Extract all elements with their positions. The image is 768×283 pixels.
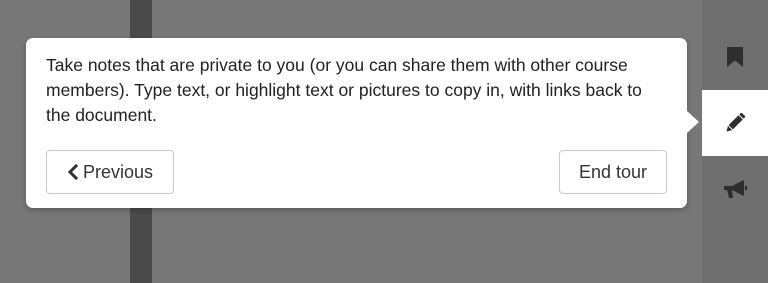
announcements-button[interactable] [702, 156, 768, 222]
megaphone-icon [722, 178, 748, 200]
notes-button[interactable] [702, 90, 768, 156]
bookmark-icon [726, 46, 744, 68]
end-tour-button[interactable]: End tour [559, 150, 667, 194]
pencil-icon [723, 111, 747, 135]
previous-label: Previous [82, 161, 154, 182]
end-tour-label: End tour [578, 161, 648, 182]
tour-popover: Take notes that are private to you (or y… [26, 38, 687, 208]
tour-message: Take notes that are private to you (or y… [46, 55, 642, 125]
bookmark-button[interactable] [702, 24, 768, 90]
chevron-left-icon [67, 164, 78, 180]
tour-popover-arrow [687, 111, 699, 133]
side-toolbar [702, 0, 768, 283]
previous-button[interactable]: Previous [46, 150, 174, 194]
